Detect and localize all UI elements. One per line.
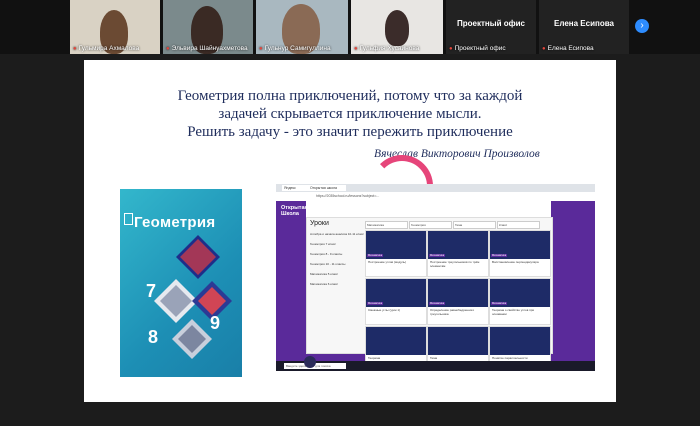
mic-muted-icon: ● [354, 46, 358, 52]
panel-title: Уроки [310, 220, 329, 227]
bottom-bar [0, 402, 700, 426]
browser-tab: Открытая школа [308, 185, 346, 191]
browser-tab: Яндекс [282, 185, 308, 191]
geometric-pattern-icon [154, 235, 232, 359]
quote-line: задачей скрывается приключение мысли. [218, 106, 482, 122]
shared-slide: Геометрия полна приключений, потому что … [84, 60, 616, 402]
side-item: Геометрия 10 - 11 классы [310, 262, 346, 266]
participant-name: Гульнур Самигуллина [264, 45, 331, 52]
participant-display-name: Елена Есипова [554, 19, 614, 28]
lesson-card: Математика Смежные углы (урок 1) [365, 278, 427, 325]
mic-muted-icon: ● [542, 46, 546, 52]
url-text: https://2035school.ru/lessons?subject=..… [316, 194, 380, 198]
lesson-card: Математика Определение равнобедренного тр… [427, 278, 489, 325]
participant-strip: ● Гульмира Ахмалова ● Эльвира Шайнуахметов… [0, 0, 700, 54]
mic-muted-icon: ● [73, 46, 77, 52]
participant-name: Эльвира Шайнуахметова [171, 45, 248, 52]
participant-name: Проектный офис [454, 45, 506, 52]
participant-tile[interactable]: ● Гульмира Ахмалова [70, 0, 160, 54]
side-item: Математика 6 класс [310, 282, 339, 286]
quote-line: Геометрия полна приключений, потому что … [177, 88, 523, 104]
participant-name: Гульмира Ахмалова [78, 45, 140, 52]
site-header [306, 201, 551, 217]
participant-name: Гульфия Хусаинова [359, 45, 420, 52]
mic-muted-icon: ● [166, 46, 170, 52]
filter-select: Тема [453, 221, 496, 229]
next-participants-button[interactable]: › [635, 19, 649, 33]
quote-line: Решить задачу - это значит пережить прик… [187, 124, 513, 140]
decor-dot [304, 356, 316, 368]
lesson-card: Математика Восстановление перпендикуляра [489, 230, 551, 277]
textbook-cover: Геометрия 7 8 9 [120, 189, 242, 377]
lesson-card: Математика Построение углов (модуль) [365, 230, 427, 277]
participant-tile[interactable]: ● Гульнур Самигуллина [256, 0, 348, 54]
side-item: Алгебра и начала анализа 10-11 класс [310, 232, 364, 236]
grade-number: 8 [148, 327, 159, 347]
filter-select: Геометрия [409, 221, 452, 229]
site-logo: Открытая Школа [281, 205, 308, 217]
windows-taskbar: Введите здесь текст для поиска [276, 361, 595, 371]
lesson-card: Математика Построение треугольников по тр… [427, 230, 489, 277]
participant-tile[interactable]: ● Гульфия Хусаинова [351, 0, 443, 54]
participant-video [385, 10, 409, 46]
mic-muted-icon: ● [449, 46, 453, 52]
participant-tile[interactable]: ● Эльвира Шайнуахметова [163, 0, 253, 54]
participant-display-name: Проектный офис [457, 19, 525, 28]
side-item: Геометрия 7 класс [310, 242, 336, 246]
participant-tile[interactable]: Елена Есипова ● Елена Есипова [539, 0, 629, 54]
filter-select: Математика [365, 221, 408, 229]
lesson-card: Математика Теорема о свойстве углов при о… [489, 278, 551, 325]
filter-select: Класс [497, 221, 540, 229]
grade-number: 7 [146, 281, 157, 301]
browser-tabbar: Яндекс Открытая школа [276, 184, 595, 192]
lessons-panel: Уроки Алгебра и начала анализа 10-11 кла… [306, 217, 553, 371]
participant-tile[interactable]: Проектный офис ● Проектный офис [446, 0, 536, 54]
embedded-screenshot: Яндекс Открытая школа https://2035school… [276, 184, 595, 371]
participant-name: Елена Есипова [547, 45, 594, 52]
mic-muted-icon: ● [259, 46, 263, 52]
side-item: Математика 5 класс [310, 272, 339, 276]
side-item: Геометрия 8 - 9 классы [310, 252, 343, 256]
grade-number: 9 [210, 313, 221, 333]
